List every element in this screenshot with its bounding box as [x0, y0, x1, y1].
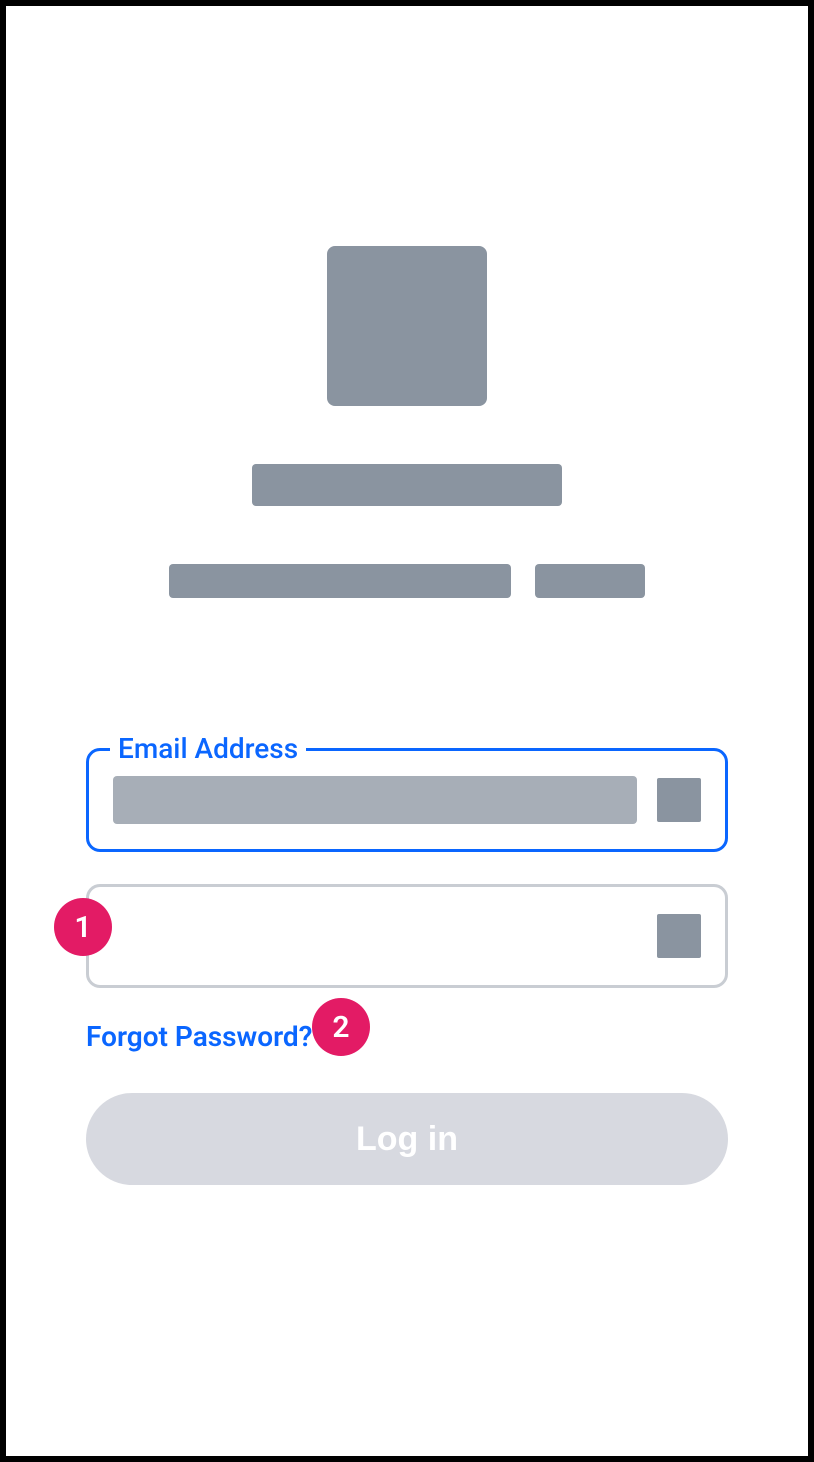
login-form: Email Address Forgot Password? Log in	[86, 748, 728, 1185]
password-field[interactable]	[86, 884, 728, 988]
app-title-placeholder	[252, 464, 562, 506]
email-field-wrap: Email Address	[86, 748, 728, 852]
forgot-password-link[interactable]: Forgot Password?	[86, 1020, 312, 1053]
app-subtitle-row	[169, 564, 645, 598]
annotation-callout-2: 2	[312, 998, 370, 1056]
subtitle-text-placeholder	[535, 564, 645, 598]
login-screen: Email Address Forgot Password? Log in	[6, 6, 808, 1456]
email-label: Email Address	[110, 732, 306, 765]
toggle-password-visibility-icon[interactable]	[657, 914, 701, 958]
subtitle-text-placeholder	[169, 564, 511, 598]
password-field-wrap	[86, 884, 728, 988]
app-frame: Email Address Forgot Password? Log in 1 …	[0, 0, 814, 1462]
login-button[interactable]: Log in	[86, 1093, 728, 1185]
app-logo-icon	[327, 246, 487, 406]
annotation-callout-1: 1	[54, 898, 112, 956]
password-input[interactable]	[113, 912, 637, 960]
email-input[interactable]	[113, 776, 637, 824]
clear-email-icon[interactable]	[657, 778, 701, 822]
